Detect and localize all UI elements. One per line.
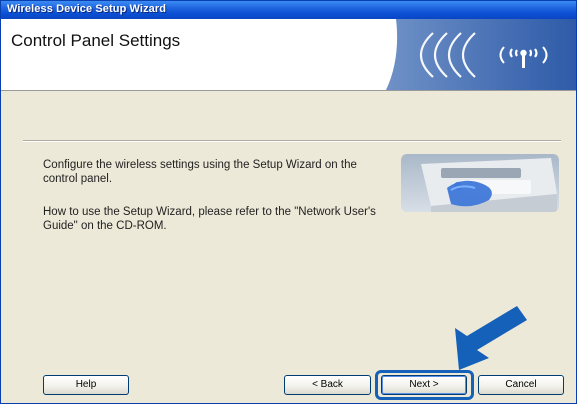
instruction-text-1: Configure the wireless settings using th… bbox=[43, 159, 357, 185]
content-divider bbox=[23, 140, 561, 142]
help-button[interactable]: Help bbox=[43, 375, 129, 395]
wizard-window: Wireless Device Setup Wizard Control Pan… bbox=[0, 0, 577, 404]
wireless-signal-icon bbox=[386, 19, 576, 90]
window-title: Wireless Device Setup Wizard bbox=[7, 3, 167, 15]
title-bar: Wireless Device Setup Wizard bbox=[1, 1, 576, 19]
header-divider bbox=[1, 90, 576, 91]
back-button[interactable]: < Back bbox=[284, 375, 371, 395]
wizard-header: Control Panel Settings bbox=[1, 19, 576, 90]
instruction-text-2: How to use the Setup Wizard, please refe… bbox=[43, 206, 376, 232]
arrow-pointer-icon bbox=[455, 306, 527, 370]
printer-control-panel-image bbox=[401, 154, 559, 212]
